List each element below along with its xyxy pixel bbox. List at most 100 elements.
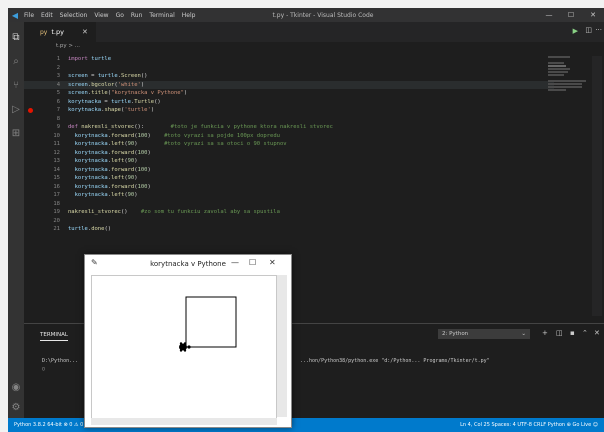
menu-edit[interactable]: Edit: [41, 12, 53, 19]
line-number[interactable]: 17: [38, 191, 60, 200]
chevron-down-icon: ⌄: [521, 331, 526, 337]
tab-terminal[interactable]: TERMINAL: [40, 332, 68, 341]
terminal-prompt-left[interactable]: D:\Python...: [42, 358, 78, 364]
split-editor-icon[interactable]: ◫: [585, 26, 592, 34]
code-text[interactable]: korytnacka.forward(100): [68, 166, 151, 175]
code-text[interactable]: import turtle: [68, 55, 111, 64]
account-icon[interactable]: ◉: [8, 382, 24, 393]
code-text[interactable]: korytnacka.shape('turtle'): [68, 106, 154, 115]
settings-gear-icon[interactable]: ⚙: [8, 402, 24, 413]
code-text[interactable]: screen.bgcolor('white'): [68, 81, 144, 90]
line-number[interactable]: 6: [38, 98, 60, 107]
python-file-icon: py: [40, 28, 48, 36]
code-text[interactable]: korytnacka.left(90): [68, 191, 138, 200]
code-text[interactable]: turtle.done(): [68, 225, 111, 234]
terminal-select-value: 2: Python: [442, 331, 469, 337]
status-left[interactable]: Python 3.8.2 64-bit ⊗ 0 ⚠ 0: [14, 418, 83, 432]
tab-close-icon[interactable]: ✕: [82, 28, 88, 36]
turtle-canvas[interactable]: [91, 275, 277, 419]
turtle-window: ✎ korytnacka v Pythone — ☐ ✕: [84, 254, 292, 428]
turtle-horizontal-scrollbar[interactable]: [91, 418, 277, 425]
breadcrumb-path[interactable]: t.py > ...: [56, 43, 80, 49]
code-text[interactable]: korytnacka.left(90) #toto vyrazi sa sa o…: [68, 140, 287, 149]
close-panel-icon[interactable]: ✕: [594, 329, 600, 337]
line-number[interactable]: 13: [38, 157, 60, 166]
minimize-button[interactable]: —: [538, 8, 560, 22]
terminal-select[interactable]: 2: Python ⌄: [438, 329, 530, 339]
code-text[interactable]: korytnacka.forward(100): [68, 149, 151, 158]
search-icon[interactable]: ⌕: [8, 56, 24, 67]
explorer-icon[interactable]: ⧉: [8, 32, 24, 43]
split-terminal-icon[interactable]: ◫: [556, 329, 563, 337]
menu-help[interactable]: Help: [182, 12, 196, 19]
code-text[interactable]: korytnacka = turtle.Turtle(): [68, 98, 161, 107]
kill-terminal-icon[interactable]: ▪: [570, 329, 575, 337]
new-terminal-icon[interactable]: +: [542, 329, 548, 337]
maximize-panel-icon[interactable]: ⌃: [582, 329, 588, 337]
turtle-minimize-button[interactable]: —: [231, 258, 239, 267]
code-text[interactable]: def nakresli_stvorec(): #toto je funkcia…: [68, 123, 333, 132]
line-number[interactable]: 4: [38, 81, 60, 90]
tab-t-py[interactable]: py t.py ✕: [24, 22, 96, 42]
line-number[interactable]: 18: [38, 200, 60, 209]
line-number[interactable]: 21: [38, 225, 60, 234]
status-right[interactable]: Ln 4, Col 25 Spaces: 4 UTF-8 CRLF Python…: [460, 418, 598, 432]
menu-run[interactable]: Run: [131, 12, 143, 19]
turtle-maximize-button[interactable]: ☐: [249, 258, 256, 267]
editor-scrollbar[interactable]: [592, 56, 602, 316]
turtle-title-bar: ✎ korytnacka v Pythone — ☐ ✕: [85, 255, 291, 273]
run-debug-icon[interactable]: ▷: [8, 104, 24, 115]
menu-go[interactable]: Go: [116, 12, 124, 19]
menu-file[interactable]: File: [24, 12, 34, 19]
line-number[interactable]: 1: [38, 55, 60, 64]
activity-bar: ⧉ ⌕ ⑂ ▷ ⊞ ◉ ⚙: [8, 22, 24, 418]
line-number[interactable]: 3: [38, 72, 60, 81]
turtle-drawing: [179, 296, 237, 352]
code-text[interactable]: nakresli_stvorec() #zo som tu funkciu za…: [68, 208, 280, 217]
code-text[interactable]: screen = turtle.Screen(): [68, 72, 148, 81]
menu-view[interactable]: View: [94, 12, 108, 19]
code-text[interactable]: korytnacka.left(90): [68, 174, 138, 183]
line-number[interactable]: 19: [38, 208, 60, 217]
code-line[interactable]: 4 screen.bgcolor('white'): [24, 80, 554, 90]
run-file-icon[interactable]: ▶: [573, 27, 578, 35]
line-number[interactable]: 10: [38, 132, 60, 141]
line-number[interactable]: 2: [38, 64, 60, 73]
window-title: t.py - Tkinter - Visual Studio Code: [272, 11, 374, 19]
code-text[interactable]: screen.title("korytnacka v Pythone"): [68, 89, 187, 98]
window-controls: — ☐ ✕: [538, 8, 604, 22]
breadcrumb: t.py > ...: [24, 42, 604, 51]
close-button[interactable]: ✕: [582, 8, 604, 22]
code-text[interactable]: korytnacka.forward(100) #toto vyrazi sa …: [68, 132, 280, 141]
menu-bar: File Edit Selection View Go Run Terminal…: [24, 12, 195, 19]
maximize-button[interactable]: ☐: [560, 8, 582, 22]
code-text[interactable]: korytnacka.left(90): [68, 157, 138, 166]
terminal-command[interactable]: ...hon/Python38/python.exe "d:/Python...…: [300, 358, 490, 364]
extensions-icon[interactable]: ⊞: [8, 128, 24, 139]
turtle-icon: [179, 342, 191, 352]
more-actions-icon[interactable]: ···: [595, 26, 602, 34]
menu-terminal[interactable]: Terminal: [149, 12, 174, 19]
line-number[interactable]: 14: [38, 166, 60, 175]
line-number[interactable]: 7: [38, 106, 60, 115]
drawn-square: [185, 296, 237, 348]
editor-tabs: py t.py ✕ ▶ ◫ ···: [24, 22, 604, 42]
line-number[interactable]: 8: [38, 115, 60, 124]
line-number[interactable]: 20: [38, 217, 60, 226]
turtle-window-title: korytnacka v Pythone: [150, 260, 226, 268]
breakpoint-icon[interactable]: [28, 108, 33, 113]
line-number[interactable]: 15: [38, 174, 60, 183]
turtle-close-button[interactable]: ✕: [269, 258, 276, 267]
tab-label: t.py: [51, 28, 64, 36]
source-control-icon[interactable]: ⑂: [8, 80, 24, 91]
code-text[interactable]: korytnacka.forward(100): [68, 183, 151, 192]
line-number[interactable]: 12: [38, 149, 60, 158]
turtle-vertical-scrollbar[interactable]: [277, 275, 287, 417]
vscode-logo-icon: ◀: [11, 10, 19, 20]
line-number[interactable]: 9: [38, 123, 60, 132]
line-number[interactable]: 11: [38, 140, 60, 149]
menu-selection[interactable]: Selection: [60, 12, 88, 19]
minimap[interactable]: [548, 56, 588, 96]
line-number[interactable]: 5: [38, 89, 60, 98]
line-number[interactable]: 16: [38, 183, 60, 192]
